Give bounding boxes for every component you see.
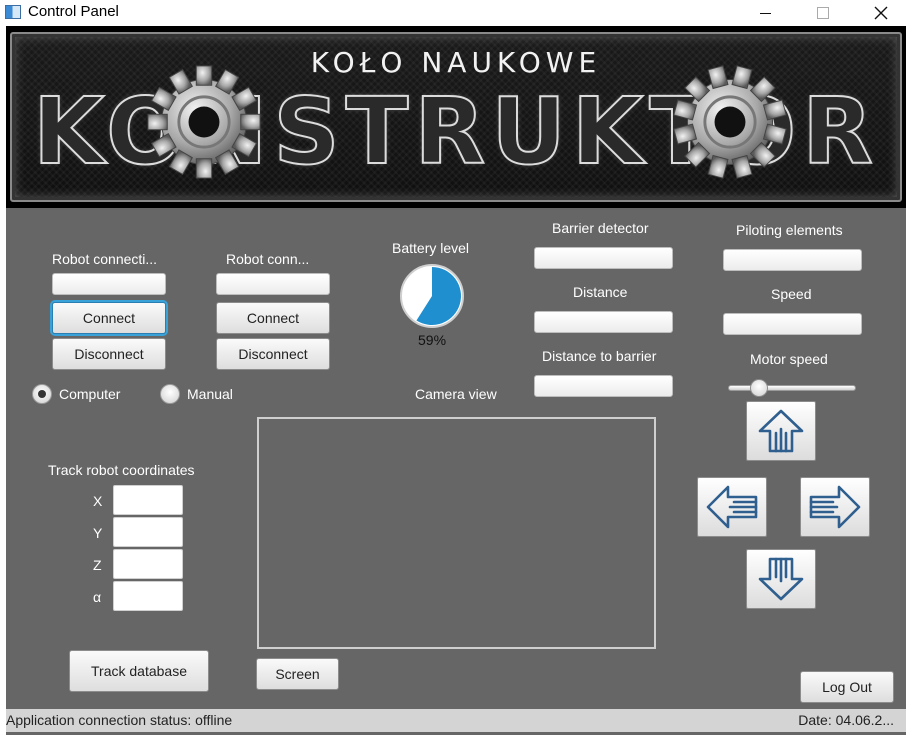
distance-to-barrier-label: Distance to barrier — [542, 348, 657, 364]
disconnect-button-1[interactable]: Disconnect — [52, 338, 166, 370]
robot-connection-2-label: Robot conn... — [226, 251, 310, 267]
coord-alpha-label: α — [93, 589, 102, 605]
motor-speed-label: Motor speed — [750, 351, 828, 367]
banner-logo: KOŁO NAUKOWE KONSTRUKTOR — [10, 32, 902, 202]
app-icon — [5, 5, 21, 19]
barrier-detector-field[interactable] — [534, 247, 673, 269]
window-title: Control Panel — [28, 3, 119, 20]
gear-icon — [673, 65, 787, 179]
piloting-elements-label: Piloting elements — [736, 222, 843, 238]
speed-label: Speed — [771, 286, 812, 302]
camera-view — [257, 417, 656, 649]
window-titlebar: Control Panel — [0, 0, 907, 26]
maximize-button[interactable] — [800, 0, 846, 26]
distance-label: Distance — [573, 284, 628, 300]
coord-y-field[interactable] — [113, 517, 183, 547]
logout-button[interactable]: Log Out — [800, 671, 894, 703]
camera-view-label: Camera view — [415, 386, 497, 402]
arrow-left-icon — [706, 485, 758, 529]
close-button[interactable] — [858, 0, 904, 26]
arrow-down-icon — [758, 557, 804, 601]
coord-x-label: X — [93, 493, 103, 509]
status-bar: Application connection status: offline D… — [6, 709, 906, 732]
client-area: KOŁO NAUKOWE KONSTRUKTOR Robot connecti.… — [6, 26, 906, 735]
date-status: Date: 04.06.2... — [798, 712, 894, 728]
robot-connection-2-field[interactable] — [216, 273, 330, 295]
battery-level-label: Battery level — [392, 240, 470, 256]
coord-z-field[interactable] — [113, 549, 183, 579]
arrow-up-icon — [758, 409, 804, 453]
distance-to-barrier-field[interactable] — [534, 375, 673, 397]
move-up-button[interactable] — [746, 401, 816, 461]
banner: KOŁO NAUKOWE KONSTRUKTOR — [6, 26, 906, 208]
battery-percent: 59% — [418, 332, 447, 348]
radio-computer[interactable] — [32, 384, 52, 404]
motor-speed-slider-thumb[interactable] — [750, 379, 768, 397]
coord-x-field[interactable] — [113, 485, 183, 515]
coord-alpha-field[interactable] — [113, 581, 183, 611]
radio-manual[interactable] — [160, 384, 180, 404]
radio-computer-label: Computer — [59, 386, 121, 402]
screen-button[interactable]: Screen — [256, 658, 339, 690]
connection-status: Application connection status: offline — [6, 712, 233, 728]
battery-pie — [400, 264, 464, 328]
disconnect-button-2[interactable]: Disconnect — [216, 338, 330, 370]
move-left-button[interactable] — [697, 477, 767, 537]
speed-field[interactable] — [723, 313, 862, 335]
motor-speed-slider[interactable] — [728, 385, 856, 391]
piloting-elements-field[interactable] — [723, 249, 862, 271]
robot-connection-1-label: Robot connecti... — [52, 251, 158, 267]
coord-z-label: Z — [93, 557, 102, 573]
distance-field[interactable] — [534, 311, 673, 333]
track-coordinates-label: Track robot coordinates — [48, 462, 195, 478]
arrow-right-icon — [809, 485, 861, 529]
close-icon — [874, 6, 888, 20]
move-right-button[interactable] — [800, 477, 870, 537]
gear-icon — [147, 65, 261, 179]
connect-button-2[interactable]: Connect — [216, 302, 330, 334]
connect-button-1[interactable]: Connect — [52, 302, 166, 334]
track-database-button[interactable]: Track database — [69, 650, 209, 692]
radio-manual-label: Manual — [187, 386, 233, 402]
minimize-button[interactable] — [742, 0, 788, 26]
move-down-button[interactable] — [746, 549, 816, 609]
coord-y-label: Y — [93, 525, 103, 541]
robot-connection-1-field[interactable] — [52, 273, 166, 295]
barrier-detector-label: Barrier detector — [552, 220, 649, 236]
